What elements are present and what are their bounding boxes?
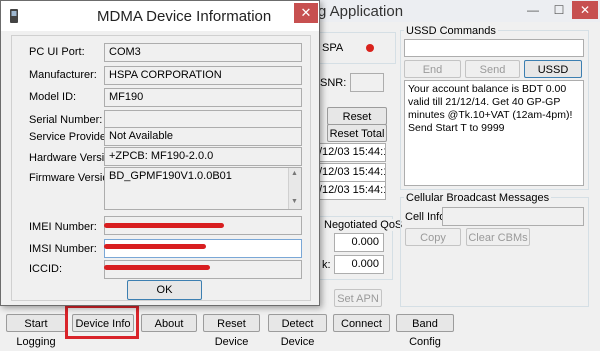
iccid-redaction-mark xyxy=(104,265,210,270)
dialog-title: MDMA Device Information xyxy=(97,8,272,25)
device-info-highlight-box xyxy=(65,305,139,339)
hardware-version-field: +ZPCB: MF190-2.0.0 xyxy=(104,147,302,166)
time-field-2: /12/03 15:44:16 xyxy=(316,163,386,182)
status-indicator-icon xyxy=(366,44,374,52)
about-button[interactable]: About xyxy=(141,314,197,332)
cbm-group-label: Cellular Broadcast Messages xyxy=(404,192,552,204)
status-text: SPA xyxy=(322,42,344,54)
imsi-number-label: IMSI Number: xyxy=(29,243,97,255)
qos-value-2: 0.000 xyxy=(334,255,384,274)
firmware-version-field: BD_GPMF190V1.0.0B01 xyxy=(109,170,232,182)
main-window-title: g Application xyxy=(318,3,404,20)
firmware-version-box: BD_GPMF190V1.0.0B01 ▲ ▼ xyxy=(104,167,302,210)
pc-ui-port-label: PC UI Port: xyxy=(29,46,85,58)
dialog-close-icon[interactable]: ✕ xyxy=(294,3,318,23)
pc-ui-port-field: COM3 xyxy=(104,43,302,62)
connect-button[interactable]: Connect xyxy=(333,314,390,332)
snr-label: SNR: xyxy=(320,77,347,89)
service-provider-label: Service Provider: xyxy=(29,131,113,143)
snr-field xyxy=(350,73,384,92)
firmware-scrollbar[interactable]: ▲ ▼ xyxy=(288,168,301,209)
ussd-help-button[interactable]: USSD Help xyxy=(524,60,582,94)
band-config-button[interactable]: Band Config xyxy=(396,314,454,348)
scroll-up-icon[interactable]: ▲ xyxy=(291,170,298,177)
imei-number-label: IMEI Number: xyxy=(29,221,97,233)
detect-device-button[interactable]: Detect Device xyxy=(268,314,327,348)
imsi-redaction-mark xyxy=(104,244,206,249)
service-provider-field: Not Available xyxy=(104,127,302,146)
imei-redaction-mark xyxy=(104,223,224,228)
link-label: k: xyxy=(322,259,331,271)
iccid-label: ICCID: xyxy=(29,263,62,275)
reset-session-button[interactable]: Reset Session xyxy=(327,107,387,141)
copy-cbms-button[interactable]: Copy CBMs xyxy=(405,228,461,262)
time-field-3: /12/03 15:44:16 xyxy=(316,181,386,200)
model-id-field: MF190 xyxy=(104,88,302,107)
main-close-icon[interactable]: ✕ xyxy=(572,1,598,19)
qos-group-label: Negotiated QoS xyxy=(322,219,405,231)
qos-value-1: 0.000 xyxy=(334,233,384,252)
reset-device-button[interactable]: Reset Device xyxy=(203,314,260,348)
start-logging-button[interactable]: Start Logging xyxy=(6,314,66,348)
maximize-icon[interactable]: ☐ xyxy=(546,1,572,19)
cell-info-field xyxy=(442,207,584,226)
ussd-group-label: USSD Commands xyxy=(404,25,498,37)
end-session-button[interactable]: End Session xyxy=(404,60,461,94)
clear-cbms-button[interactable]: Clear CBMs xyxy=(466,228,530,246)
app-icon xyxy=(9,9,19,23)
manufacturer-field: HSPA CORPORATION xyxy=(104,66,302,85)
send-ussd-button[interactable]: Send USSD xyxy=(465,60,520,94)
manufacturer-label: Manufacturer: xyxy=(29,69,97,81)
ussd-input[interactable] xyxy=(404,39,584,57)
minimize-icon[interactable]: — xyxy=(520,1,546,19)
ok-button[interactable]: OK xyxy=(127,280,202,300)
cbm-list xyxy=(405,248,585,302)
set-apn-button[interactable]: Set APN xyxy=(334,289,382,307)
ussd-response-text: Your account balance is BDT 0.00 valid t… xyxy=(404,80,584,186)
serial-number-label: Serial Number: xyxy=(29,114,103,126)
reset-total-button[interactable]: Reset Total xyxy=(327,124,387,142)
model-id-label: Model ID: xyxy=(29,91,77,103)
device-info-dialog: MDMA Device Information ✕ PC UI Port: CO… xyxy=(0,0,320,306)
time-field-1: /12/03 15:44:16 xyxy=(316,143,386,162)
scroll-down-icon[interactable]: ▼ xyxy=(291,198,298,205)
